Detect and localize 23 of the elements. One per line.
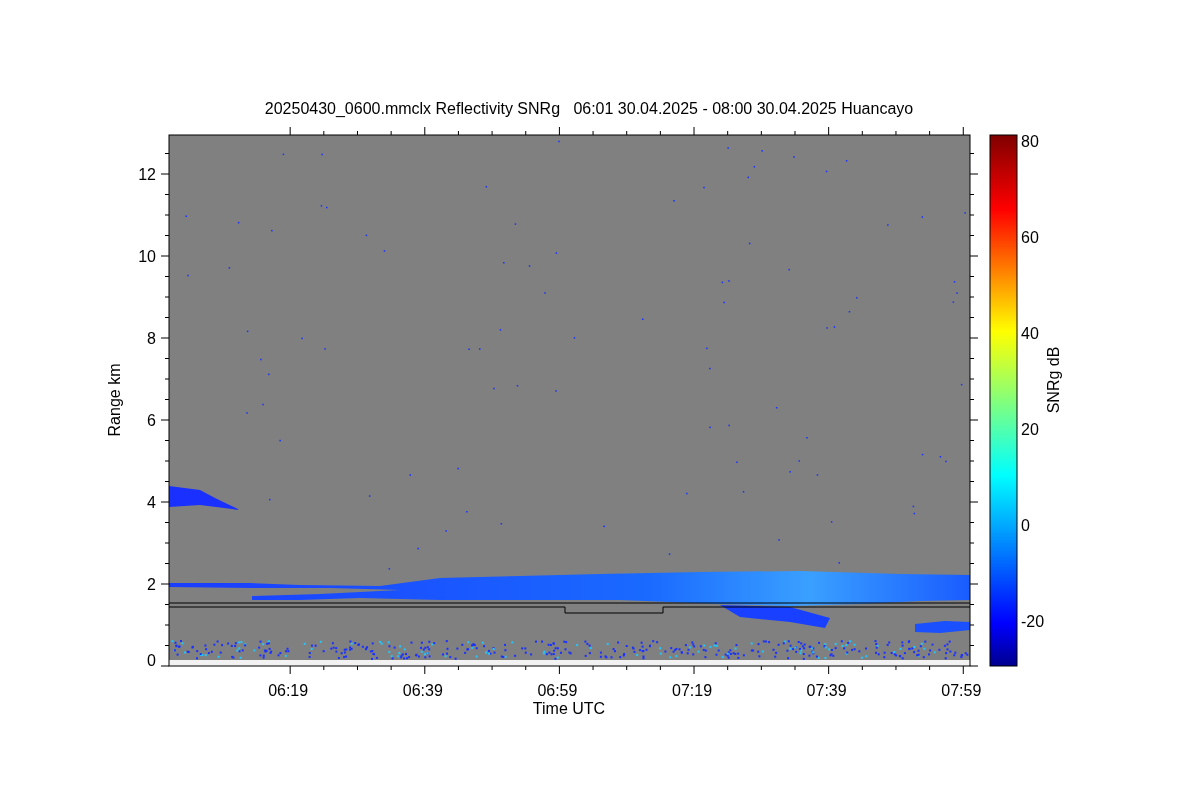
tick-label: 12 [138,166,156,183]
tick-label: 07:59 [941,682,982,699]
axis-label: Range km [106,363,123,437]
tick-label: 10 [138,248,156,265]
tick-label: 06:59 [537,682,578,699]
tick-label: 20 [1021,421,1039,438]
tick-label: 4 [147,494,156,511]
tick-label: 06:19 [268,682,309,699]
tick-label: 40 [1021,325,1039,342]
tick-label: 07:19 [672,682,713,699]
tick-label: 0 [1021,517,1030,534]
axis-label: SNRg dB [1045,346,1062,414]
tick-label: 60 [1021,229,1039,246]
tick-label: 2 [147,576,156,593]
tick-label: 07:39 [806,682,847,699]
tick-label: -20 [1021,613,1045,630]
axis-label: Time UTC [532,700,606,717]
tick-label: 0 [147,652,156,669]
tick-label: 06:39 [402,682,443,699]
tick-label: 8 [147,330,156,347]
tick-label: 80 [1021,133,1039,150]
plot-title: 20250430_0600.mmclx Reflectivity SNRg 06:01 30.04.2025 - 08:00 30.04.2025 Huancayo [264,100,914,117]
tick-label: 6 [147,412,156,429]
